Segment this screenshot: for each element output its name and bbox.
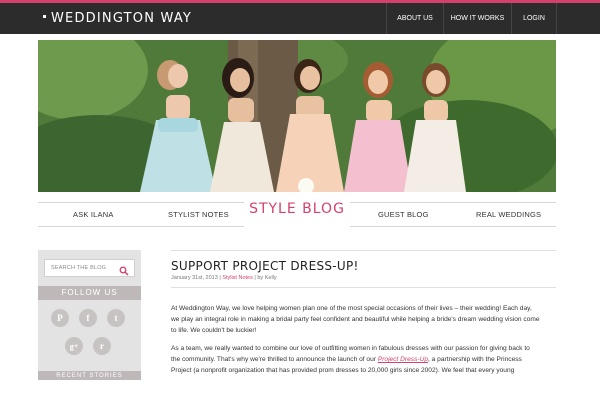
blog-sidebar: SEARCH THE BLOG FOLLOW US P f t g+ r REC… xyxy=(38,250,141,380)
facebook-icon[interactable]: f xyxy=(79,309,97,327)
paragraph-1-line-2: we play an integral role in making a bri… xyxy=(171,316,540,323)
post-paragraph-1: At Weddington Way, we love helping women… xyxy=(171,303,556,336)
bridesmaids-photo xyxy=(38,40,556,192)
post-paragraph-2: As a team, we really wanted to combine o… xyxy=(171,343,556,376)
subnav-ask-ilana[interactable]: ASK ILANA xyxy=(73,210,114,219)
search-input[interactable]: SEARCH THE BLOG xyxy=(51,265,106,271)
paragraph-2-line-2-pre: the community. That's why we're thrilled… xyxy=(171,356,376,363)
google-plus-icon[interactable]: g+ xyxy=(65,337,83,355)
paragraph-2-line-1: As a team, we really wanted to combine o… xyxy=(171,345,530,352)
twitter-icon[interactable]: t xyxy=(107,309,125,327)
top-nav: ABOUT US HOW IT WORKS LOGIN xyxy=(386,3,557,34)
post-meta-divider xyxy=(171,287,556,288)
post-meta: January 31st, 2013 | Stylist Notes | by … xyxy=(171,275,277,281)
project-dress-up-link[interactable]: Project Dress-Up xyxy=(378,356,428,363)
nav-login[interactable]: LOGIN xyxy=(511,3,557,34)
logo-dot xyxy=(43,15,46,18)
hero-photo xyxy=(38,40,556,192)
search-icon[interactable] xyxy=(119,263,129,281)
subnav-guest-blog[interactable]: GUEST BLOG xyxy=(378,210,429,219)
subnav-style-blog[interactable]: STYLE BLOG xyxy=(244,194,350,230)
post-author-prefix: by xyxy=(257,275,264,281)
paragraph-2-line-3: Project (a nonprofit organization that h… xyxy=(171,367,515,374)
search-field[interactable]: SEARCH THE BLOG xyxy=(44,259,135,277)
post-author: Kelly xyxy=(264,275,277,281)
blog-subnav: ASK ILANA STYLIST NOTES STYLE BLOG GUEST… xyxy=(38,194,556,230)
paragraph-2-line-2: the community. That's why we're thrilled… xyxy=(171,354,556,365)
post-category-link[interactable]: Stylist Notes xyxy=(222,275,253,281)
subnav-stylist-notes[interactable]: STYLIST NOTES xyxy=(168,210,229,219)
logo-text: WEDDINGTON WAY xyxy=(51,11,193,26)
nav-about-us[interactable]: ABOUT US xyxy=(386,3,443,34)
pinterest-icon[interactable]: P xyxy=(51,309,69,327)
subnav-real-weddings[interactable]: REAL WEDDINGS xyxy=(476,210,541,219)
rss-icon[interactable]: r xyxy=(93,337,111,355)
nav-how-it-works[interactable]: HOW IT WORKS xyxy=(443,3,511,34)
post-title[interactable]: SUPPORT PROJECT DRESS-UP! xyxy=(171,259,359,273)
paragraph-1-line-1: At Weddington Way, we love helping women… xyxy=(171,305,532,312)
site-logo[interactable]: WEDDINGTON WAY xyxy=(43,11,192,26)
subnav-style-blog-label: STYLE BLOG xyxy=(249,201,345,217)
site-header: WEDDINGTON WAY ABOUT US HOW IT WORKS LOG… xyxy=(0,3,600,34)
post-top-divider xyxy=(171,250,556,251)
paragraph-2-line-2-post: , a partnership with the Princess xyxy=(428,356,522,363)
recent-stories-heading: RECENT STORIES xyxy=(38,371,141,380)
paragraph-1-line-3: to life. We couldn't be luckier! xyxy=(171,327,257,334)
follow-us-heading: FOLLOW US xyxy=(38,286,141,300)
post-date: January 31st, 2013 xyxy=(171,275,218,281)
